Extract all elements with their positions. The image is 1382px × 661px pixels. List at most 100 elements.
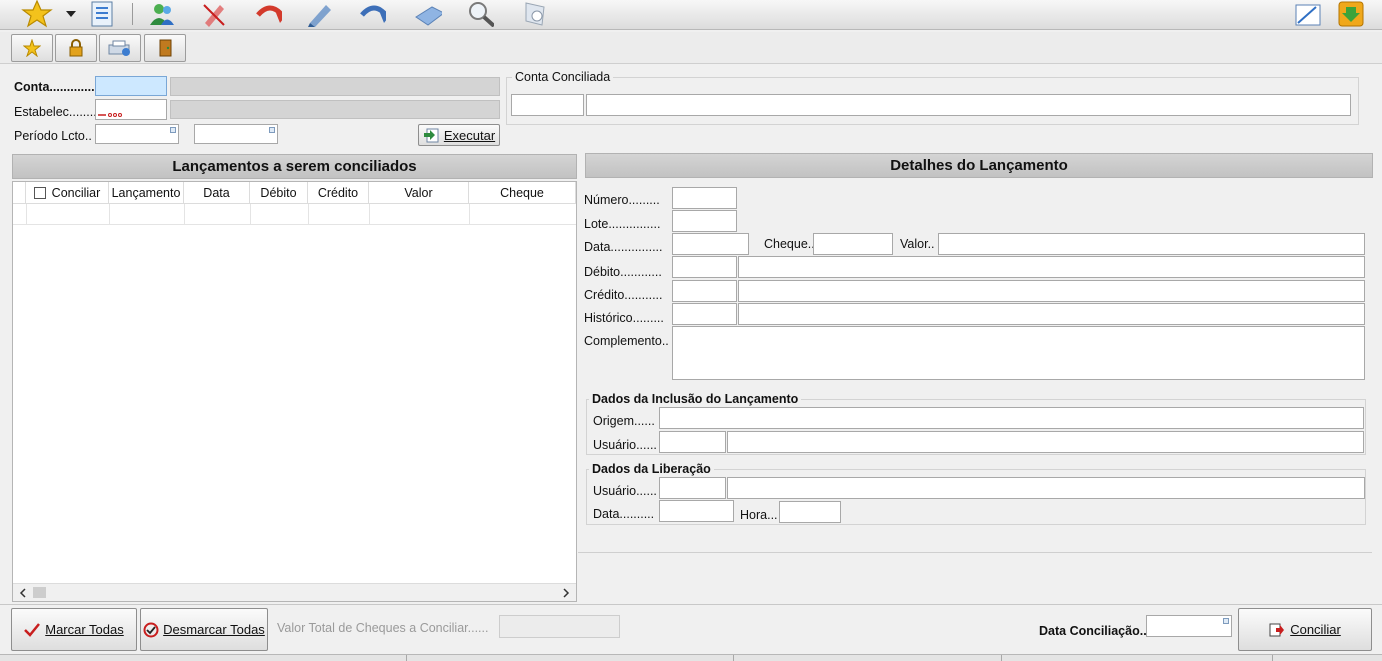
conciliar-icon: [1269, 623, 1285, 636]
lock-button[interactable]: [55, 34, 97, 62]
marcar-todas-button[interactable]: Marcar Todas: [11, 608, 137, 651]
printer-settings-button[interactable]: [99, 34, 141, 62]
valor-total-field: [499, 615, 620, 638]
inclusao-usuario-code-field[interactable]: [659, 431, 726, 453]
users-icon[interactable]: [148, 1, 176, 27]
edit-icon[interactable]: [306, 1, 334, 27]
estabelec-description-field: [170, 100, 500, 119]
credito-code-field[interactable]: [672, 280, 737, 302]
favorite-icon: [23, 39, 41, 57]
scroll-left-icon[interactable]: [19, 588, 27, 598]
liberacao-data-field[interactable]: [659, 500, 734, 522]
select-all-checkbox[interactable]: [33, 186, 46, 199]
estabelec-input[interactable]: [95, 99, 167, 120]
desmarcar-todas-label: Desmarcar Todas: [163, 622, 265, 637]
bottom-divider: [0, 604, 1382, 605]
lancamentos-grid[interactable]: Conciliar Lançamento Data Débito Crédito…: [12, 181, 577, 602]
conta-description-field: [170, 77, 500, 96]
window-resize-icon[interactable]: [1294, 1, 1322, 27]
calendar-icon[interactable]: [269, 127, 275, 133]
conta-conciliada-description-field[interactable]: [586, 94, 1351, 116]
search-icon[interactable]: [466, 1, 494, 27]
checkmark-icon: [24, 622, 41, 637]
horizontal-scrollbar[interactable]: [13, 583, 576, 601]
cheque-field[interactable]: [813, 233, 893, 255]
numero-field[interactable]: [672, 187, 737, 209]
conta-input[interactable]: [95, 76, 167, 96]
conta-conciliada-code-field[interactable]: [511, 94, 584, 116]
favorite-button[interactable]: [11, 34, 53, 62]
column-header-conciliar[interactable]: Conciliar: [26, 182, 109, 204]
exit-door-icon: [159, 39, 172, 57]
required-marker-icon: [98, 113, 122, 117]
scrollbar-thumb[interactable]: [33, 587, 46, 598]
column-header-data[interactable]: Data: [184, 182, 250, 204]
complemento-textarea[interactable]: [672, 326, 1365, 380]
liberacao-usuario-label: Usuário......: [593, 484, 657, 498]
valor-field[interactable]: [938, 233, 1365, 255]
document-list-icon[interactable]: [88, 1, 116, 27]
calendar-icon[interactable]: [1223, 618, 1229, 624]
undo-icon[interactable]: [254, 1, 282, 27]
redo-icon[interactable]: [358, 1, 386, 27]
historico-description-field[interactable]: [738, 303, 1365, 325]
executar-label: Executar: [443, 127, 496, 143]
inclusao-usuario-name-field[interactable]: [727, 431, 1364, 453]
toolbar-separator: [132, 3, 133, 25]
historico-label: Histórico.........: [584, 311, 664, 325]
debito-code-field[interactable]: [672, 256, 737, 278]
dropdown-arrow-icon[interactable]: [60, 1, 82, 27]
periodo-start-date-input[interactable]: [95, 124, 179, 144]
detalhes-panel-title: Detalhes do Lançamento: [585, 153, 1373, 178]
credito-description-field[interactable]: [738, 280, 1365, 302]
shield-icon[interactable]: [520, 1, 548, 27]
inclusao-usuario-label: Usuário......: [593, 438, 657, 452]
marcar-todas-label: Marcar Todas: [45, 622, 124, 637]
lote-field[interactable]: [672, 210, 737, 232]
executar-button[interactable]: Executar: [418, 124, 500, 146]
column-header-credito[interactable]: Crédito: [308, 182, 369, 204]
origem-field[interactable]: [659, 407, 1364, 429]
conciliar-button[interactable]: Conciliar: [1238, 608, 1372, 651]
numero-label: Número.........: [584, 193, 660, 207]
periodo-end-date-input[interactable]: [194, 124, 278, 144]
liberacao-usuario-code-field[interactable]: [659, 477, 726, 499]
data-conciliacao-input[interactable]: [1146, 615, 1232, 637]
column-header-valor[interactable]: Valor: [369, 182, 469, 204]
estabelec-label: Estabelec........: [14, 105, 97, 119]
exit-button[interactable]: [144, 34, 186, 62]
liberacao-usuario-name-field[interactable]: [727, 477, 1365, 499]
cheque-label: Cheque..: [764, 237, 815, 251]
main-toolbar: [0, 0, 1382, 30]
row-indicator-header: [13, 182, 26, 204]
column-header-debito[interactable]: Débito: [250, 182, 308, 204]
liberacao-hora-field[interactable]: [779, 501, 841, 523]
data-field[interactable]: [672, 233, 749, 255]
lancamentos-panel-title: Lançamentos a serem conciliados: [12, 154, 577, 179]
status-bar: [0, 654, 1382, 661]
download-icon[interactable]: [1337, 1, 1365, 27]
periodo-label: Período Lcto..: [14, 129, 92, 143]
scroll-right-icon[interactable]: [562, 588, 570, 598]
eraser-icon[interactable]: [414, 1, 442, 27]
inclusao-title: Dados da Inclusão do Lançamento: [589, 392, 802, 406]
debito-description-field[interactable]: [738, 256, 1365, 278]
conta-conciliada-title: Conta Conciliada: [512, 70, 614, 84]
cancel-edit-icon[interactable]: [200, 1, 228, 27]
right-panel-divider: [578, 552, 1372, 553]
column-header-lancamento[interactable]: Lançamento: [109, 182, 184, 204]
data-label: Data...............: [584, 240, 663, 254]
liberacao-title: Dados da Liberação: [589, 462, 714, 476]
execute-icon: [423, 128, 439, 143]
table-row[interactable]: [13, 204, 576, 225]
star-icon[interactable]: [18, 0, 56, 28]
column-label: Conciliar: [51, 185, 101, 200]
lote-label: Lote...............: [584, 217, 661, 231]
calendar-icon[interactable]: [170, 127, 176, 133]
historico-code-field[interactable]: [672, 303, 737, 325]
valor-total-label: Valor Total de Cheques a Conciliar......: [277, 621, 489, 635]
valor-label: Valor..: [900, 237, 935, 251]
desmarcar-todas-button[interactable]: Desmarcar Todas: [140, 608, 268, 651]
column-header-cheque[interactable]: Cheque: [469, 182, 576, 204]
debito-label: Débito............: [584, 265, 662, 279]
